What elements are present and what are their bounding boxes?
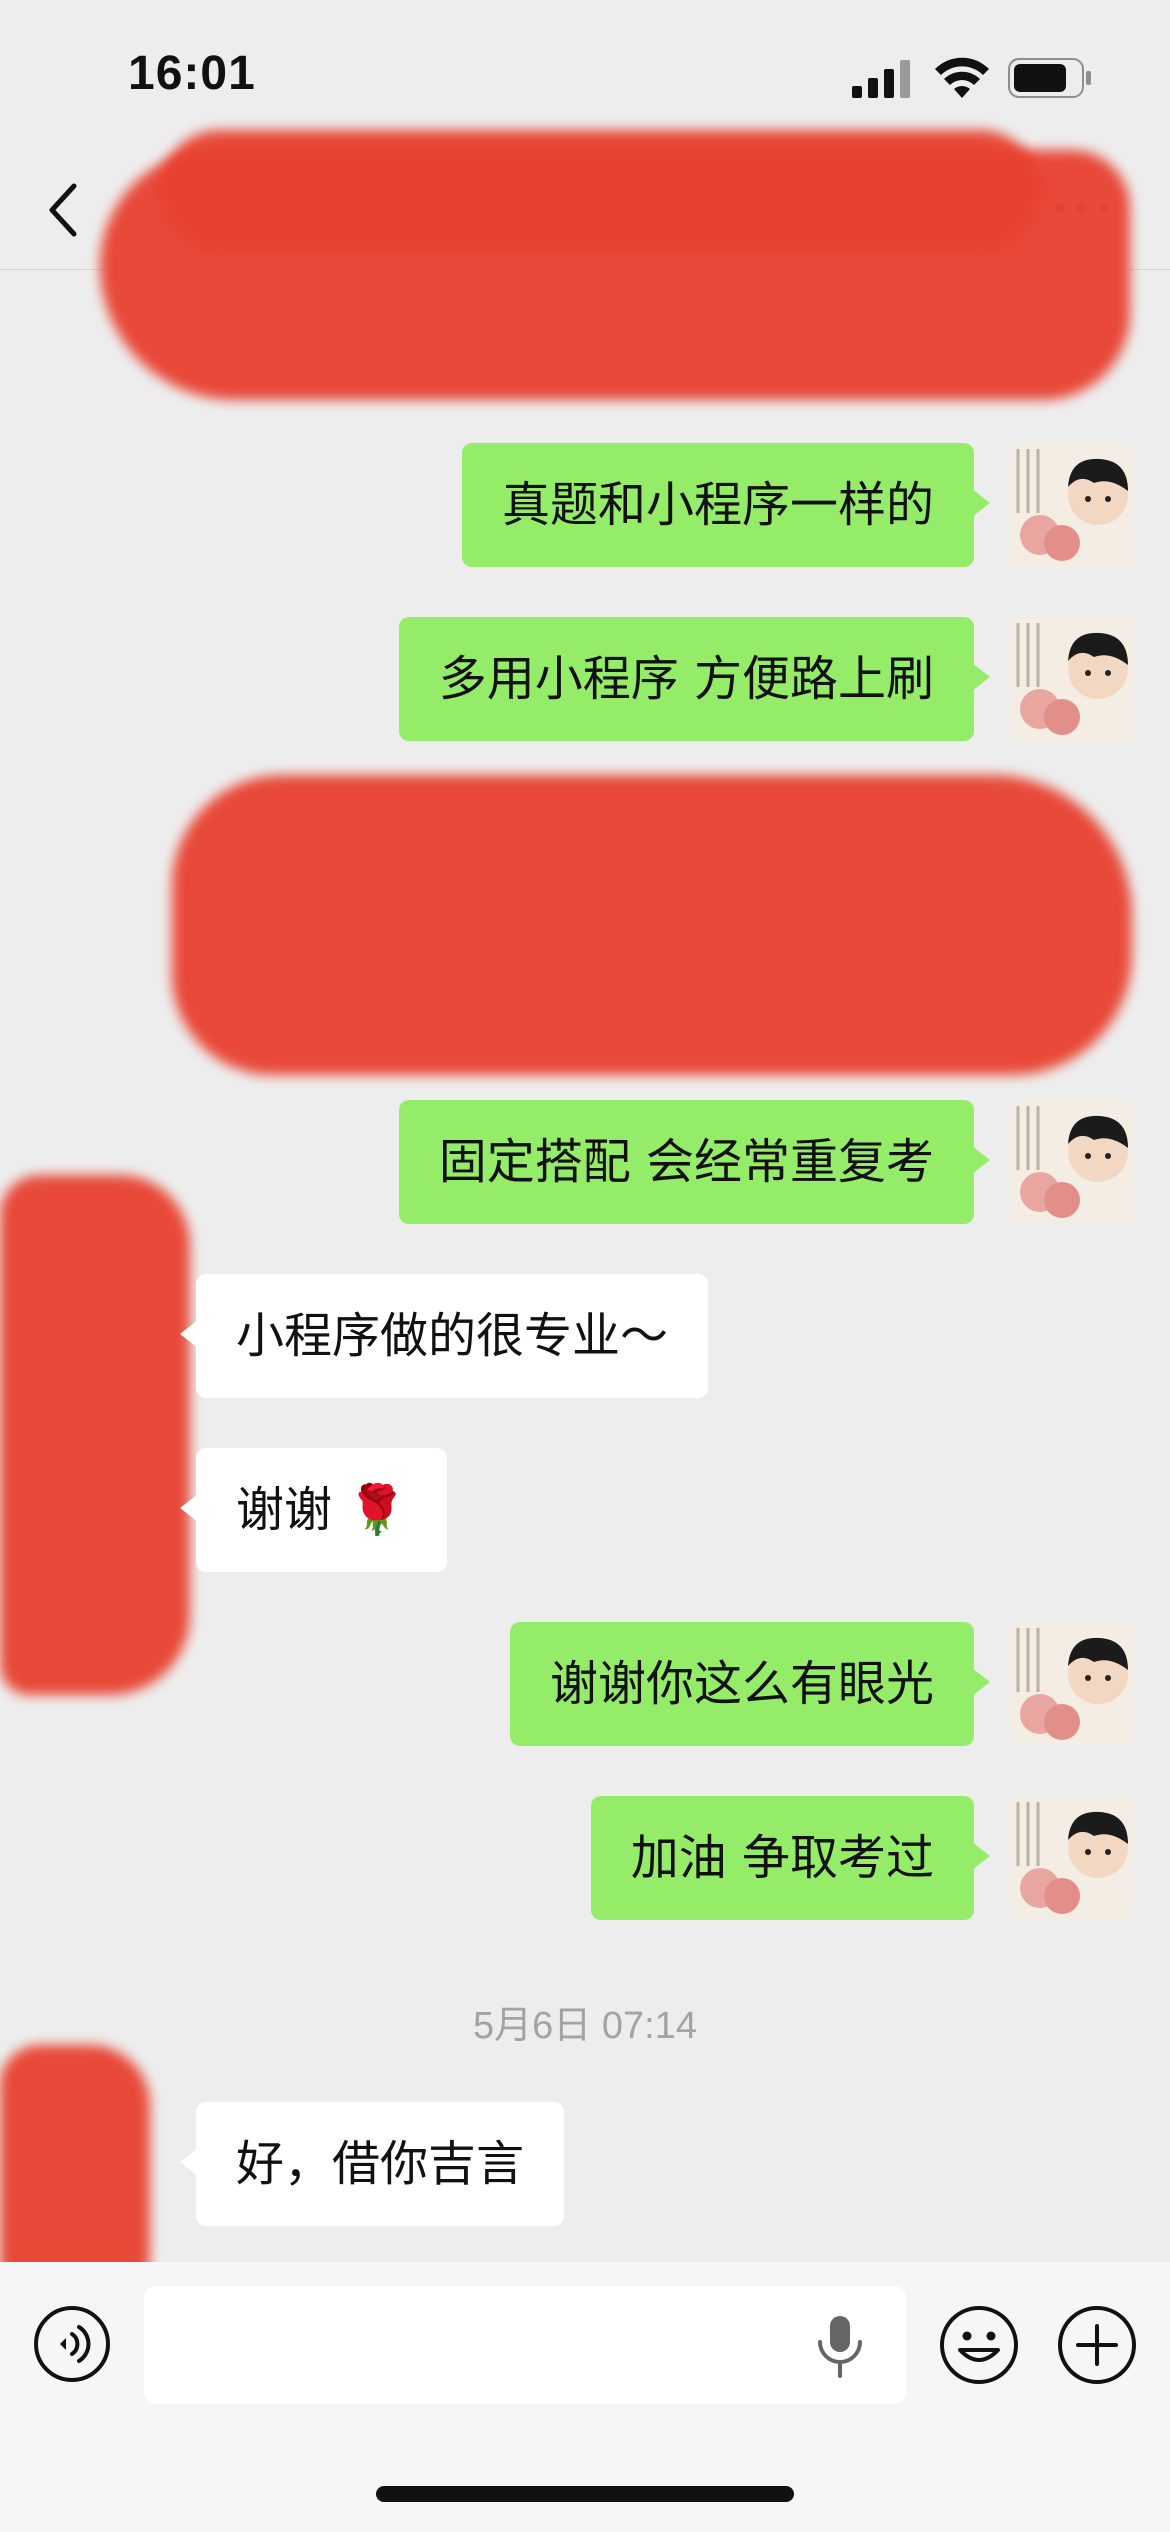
message-timestamp: 5月6日 07:14	[473, 2005, 697, 2047]
outgoing-message-bubble[interactable]: 加油 争取考过	[590, 1796, 991, 1920]
battery-icon	[1008, 58, 1091, 98]
avatar[interactable]	[1010, 443, 1134, 567]
chevron-left-icon[interactable]	[40, 180, 90, 240]
redaction-overlay	[172, 775, 1132, 1075]
emoji-icon[interactable]	[938, 2304, 1020, 2386]
home-indicator	[376, 2486, 794, 2502]
status-bar: 16:01	[0, 0, 1170, 150]
message-row: 固定搭配 会经常重复考	[0, 1100, 1170, 1224]
message-row: 真题和小程序一样的	[0, 443, 1170, 567]
outgoing-message-bubble[interactable]: 谢谢你这么有眼光	[509, 1622, 991, 1746]
outgoing-message-bubble[interactable]: 真题和小程序一样的	[461, 443, 991, 567]
incoming-message-bubble[interactable]: 小程序做的很专业～	[179, 1274, 709, 1398]
signal-icon	[852, 60, 910, 98]
redaction-overlay	[160, 130, 1040, 250]
mic-icon[interactable]	[810, 2314, 870, 2378]
avatar[interactable]	[1010, 1796, 1134, 1920]
outgoing-message-bubble[interactable]: 固定搭配 会经常重复考	[398, 1100, 991, 1224]
plus-icon[interactable]	[1056, 2304, 1138, 2386]
outgoing-message-bubble[interactable]: 多用小程序 方便路上刷	[398, 617, 991, 741]
status-time: 16:01	[128, 47, 256, 100]
incoming-message-bubble[interactable]: 好，借你吉言	[179, 2102, 565, 2226]
avatar[interactable]	[1010, 1622, 1134, 1746]
avatar[interactable]	[1010, 617, 1134, 741]
redaction-overlay	[0, 1175, 190, 1695]
wifi-icon	[935, 57, 989, 98]
message-row: 多用小程序 方便路上刷	[0, 617, 1170, 741]
message-row: 谢谢你这么有眼光	[0, 1622, 1170, 1746]
incoming-message-bubble[interactable]: 谢谢 🌹	[179, 1448, 448, 1572]
message-row: 谢谢 🌹	[0, 1448, 1170, 1572]
message-row: 小程序做的很专业～	[0, 1274, 1170, 1398]
message-row: 好，借你吉言	[0, 2102, 1170, 2226]
message-input[interactable]	[144, 2286, 906, 2404]
avatar[interactable]	[1010, 1100, 1134, 1224]
message-row: 加油 争取考过	[0, 1796, 1170, 1920]
chat-screen: 16:01 真题和小程序一样的 多用小程序 方便路上刷 固定搭配 会经常重复考 …	[0, 0, 1170, 2532]
voice-icon[interactable]	[32, 2304, 112, 2384]
